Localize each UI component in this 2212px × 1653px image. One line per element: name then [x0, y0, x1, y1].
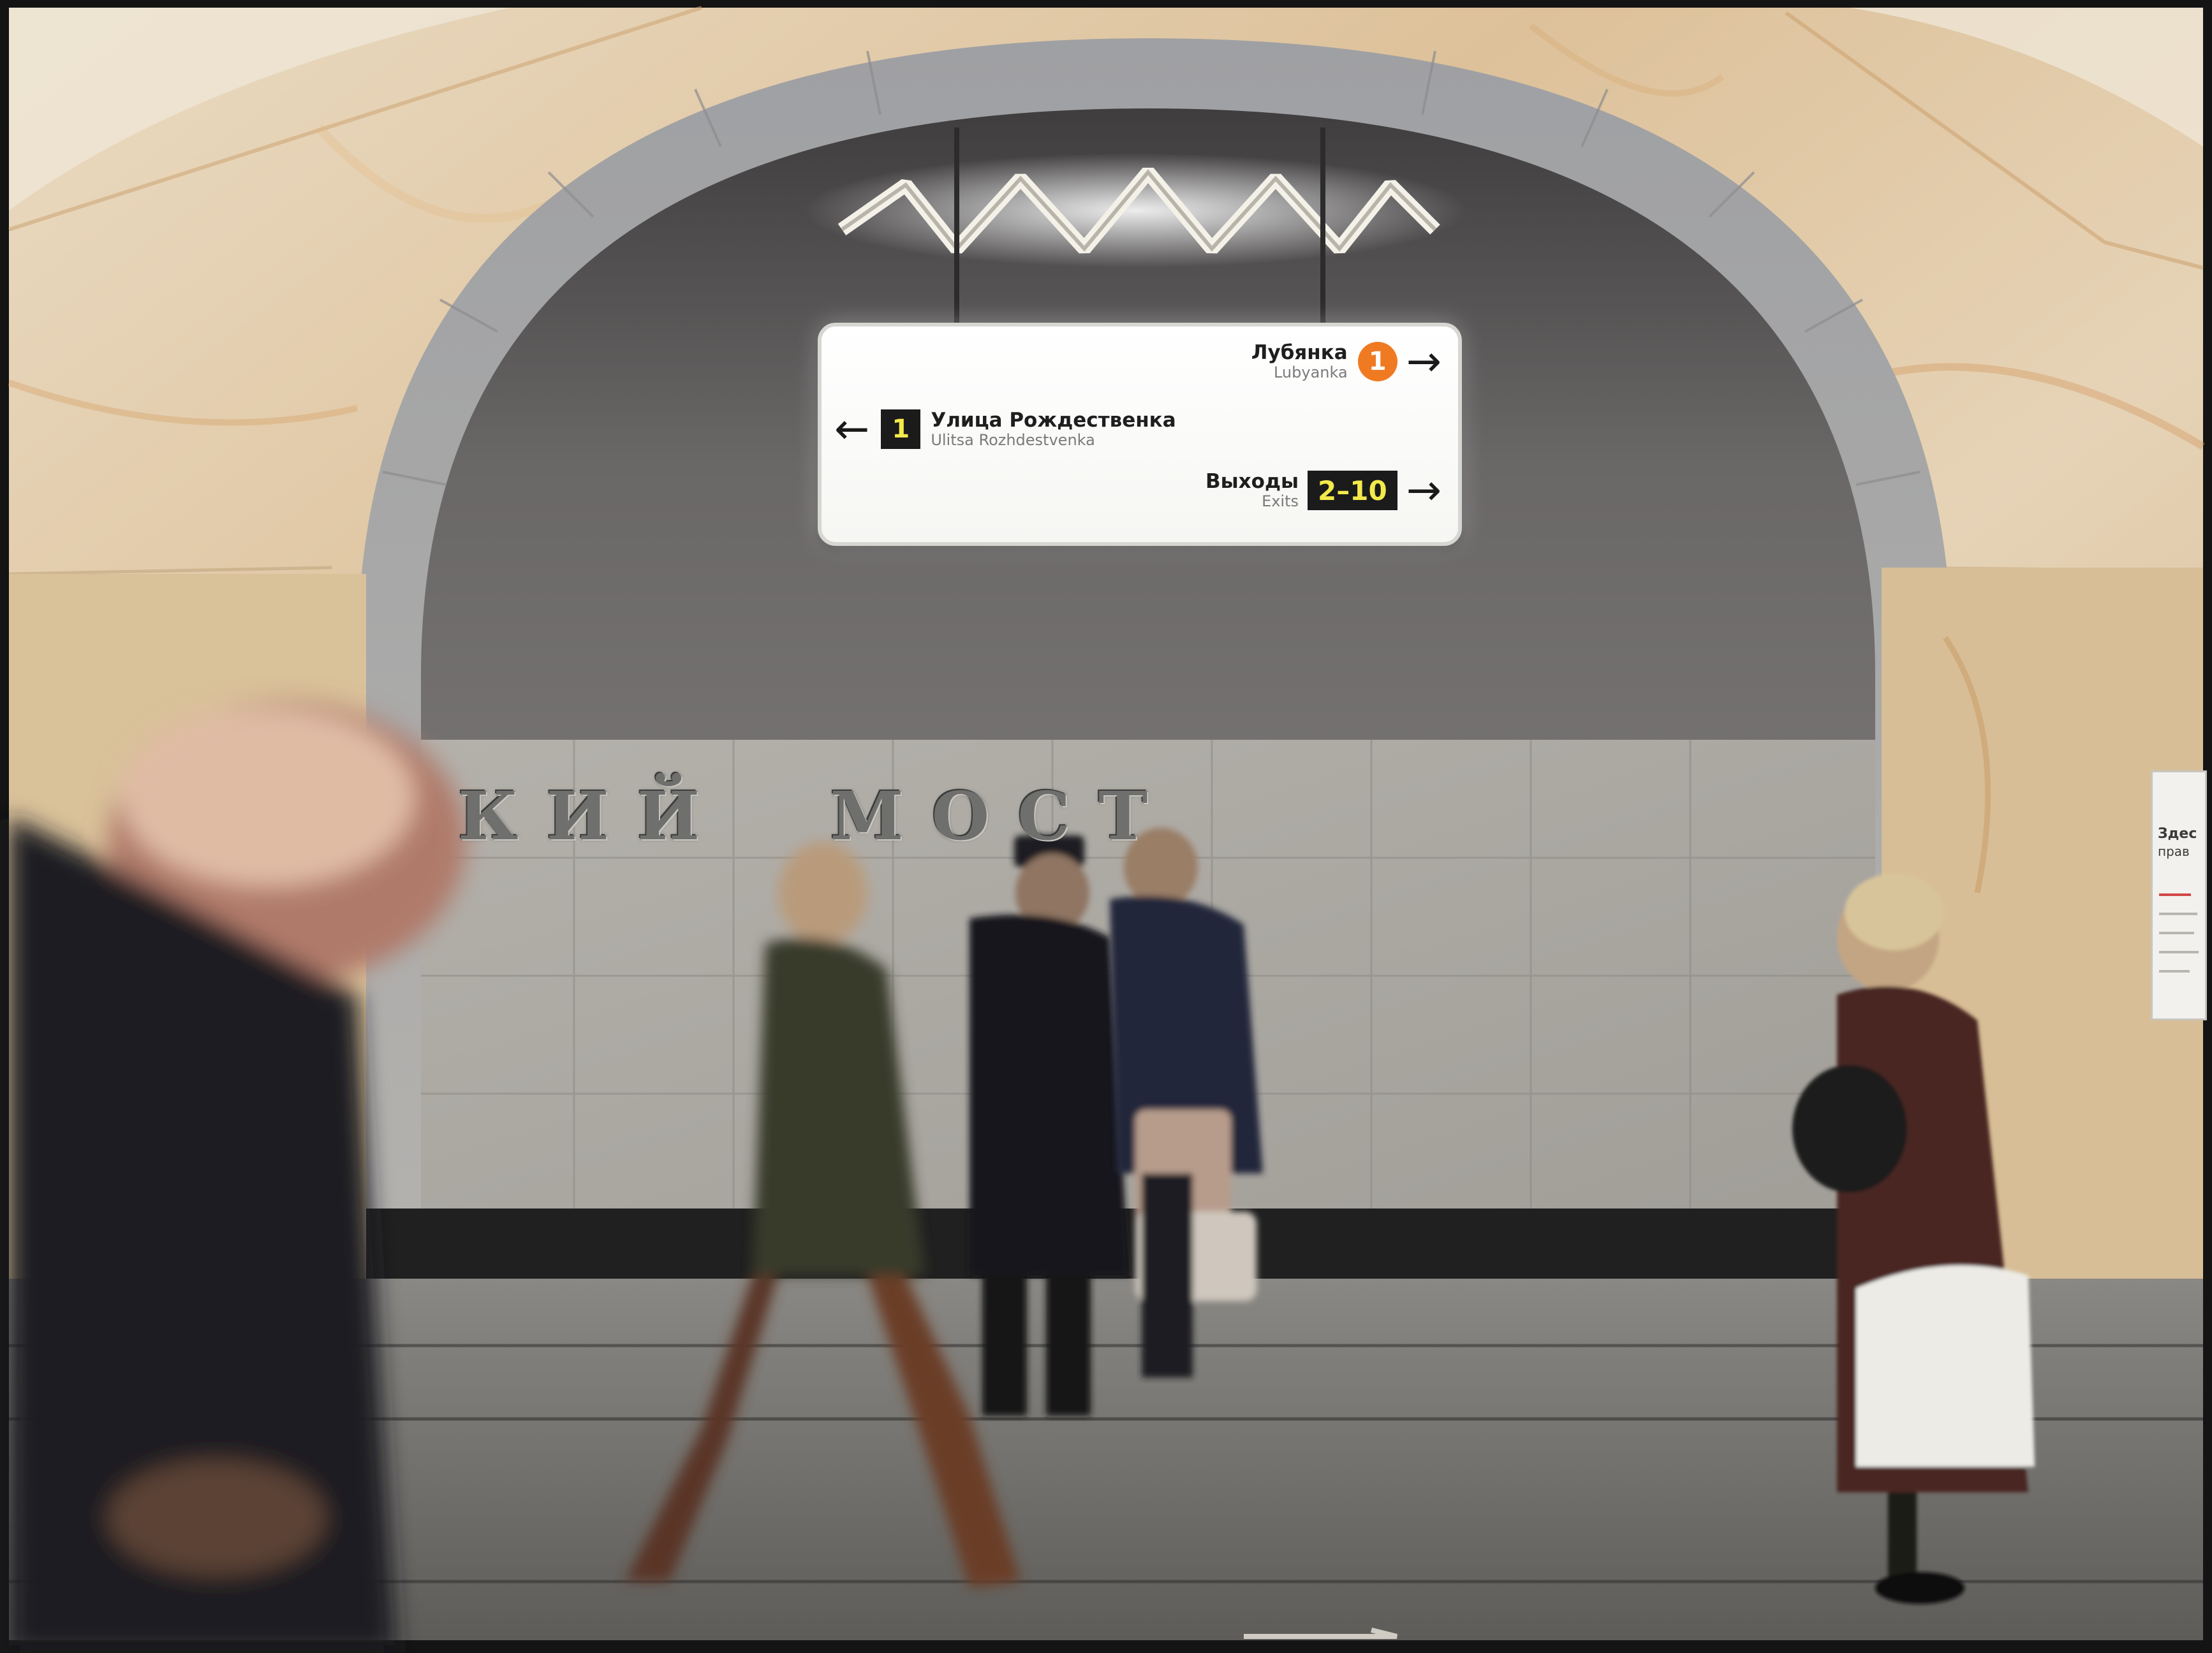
poster-subtitle: прав [2158, 844, 2190, 859]
sign-row-lubyanka: Лубянка Lubyanka 1 → [1251, 337, 1441, 386]
poster-text-line [2159, 932, 2194, 934]
exits-range-badge: 2–10 [1308, 471, 1397, 510]
poster-text-line [2159, 970, 2190, 973]
rozhdestvenka-ru-label: Улица Рождественка [931, 409, 1176, 432]
wall-poster: Здес прав [2151, 770, 2207, 1020]
poster-text-line [2159, 951, 2199, 953]
exit-1-badge: 1 [881, 409, 921, 449]
poster-red-line [2159, 893, 2191, 896]
direction-sign: Лубянка Lubyanka 1 → ← 1 Улица Рождестве… [818, 323, 1462, 546]
rozhdestvenka-en-label: Ulitsa Rozhdestvenka [931, 431, 1095, 449]
station-name-letters: КИЙ МОСТ [458, 777, 1176, 855]
lubyanka-en-label: Lubyanka [1273, 364, 1348, 381]
right-arrow-icon: → [1406, 466, 1441, 515]
right-arrow-icon: → [1406, 337, 1441, 386]
sign-row-rozhdestvenka: ← 1 Улица Рождественка Ulitsa Rozhdestve… [834, 404, 1176, 453]
exits-ru-label: Выходы [1205, 470, 1299, 493]
line-1-badge: 1 [1357, 342, 1397, 381]
poster-title: Здес [2158, 826, 2197, 842]
exits-en-label: Exits [1262, 492, 1299, 510]
lubyanka-ru-label: Лубянка [1251, 341, 1348, 364]
poster-text-line [2159, 913, 2197, 915]
sign-row-exits: Выходы Exits 2–10 → [1205, 466, 1441, 515]
left-arrow-icon: ← [834, 404, 870, 453]
